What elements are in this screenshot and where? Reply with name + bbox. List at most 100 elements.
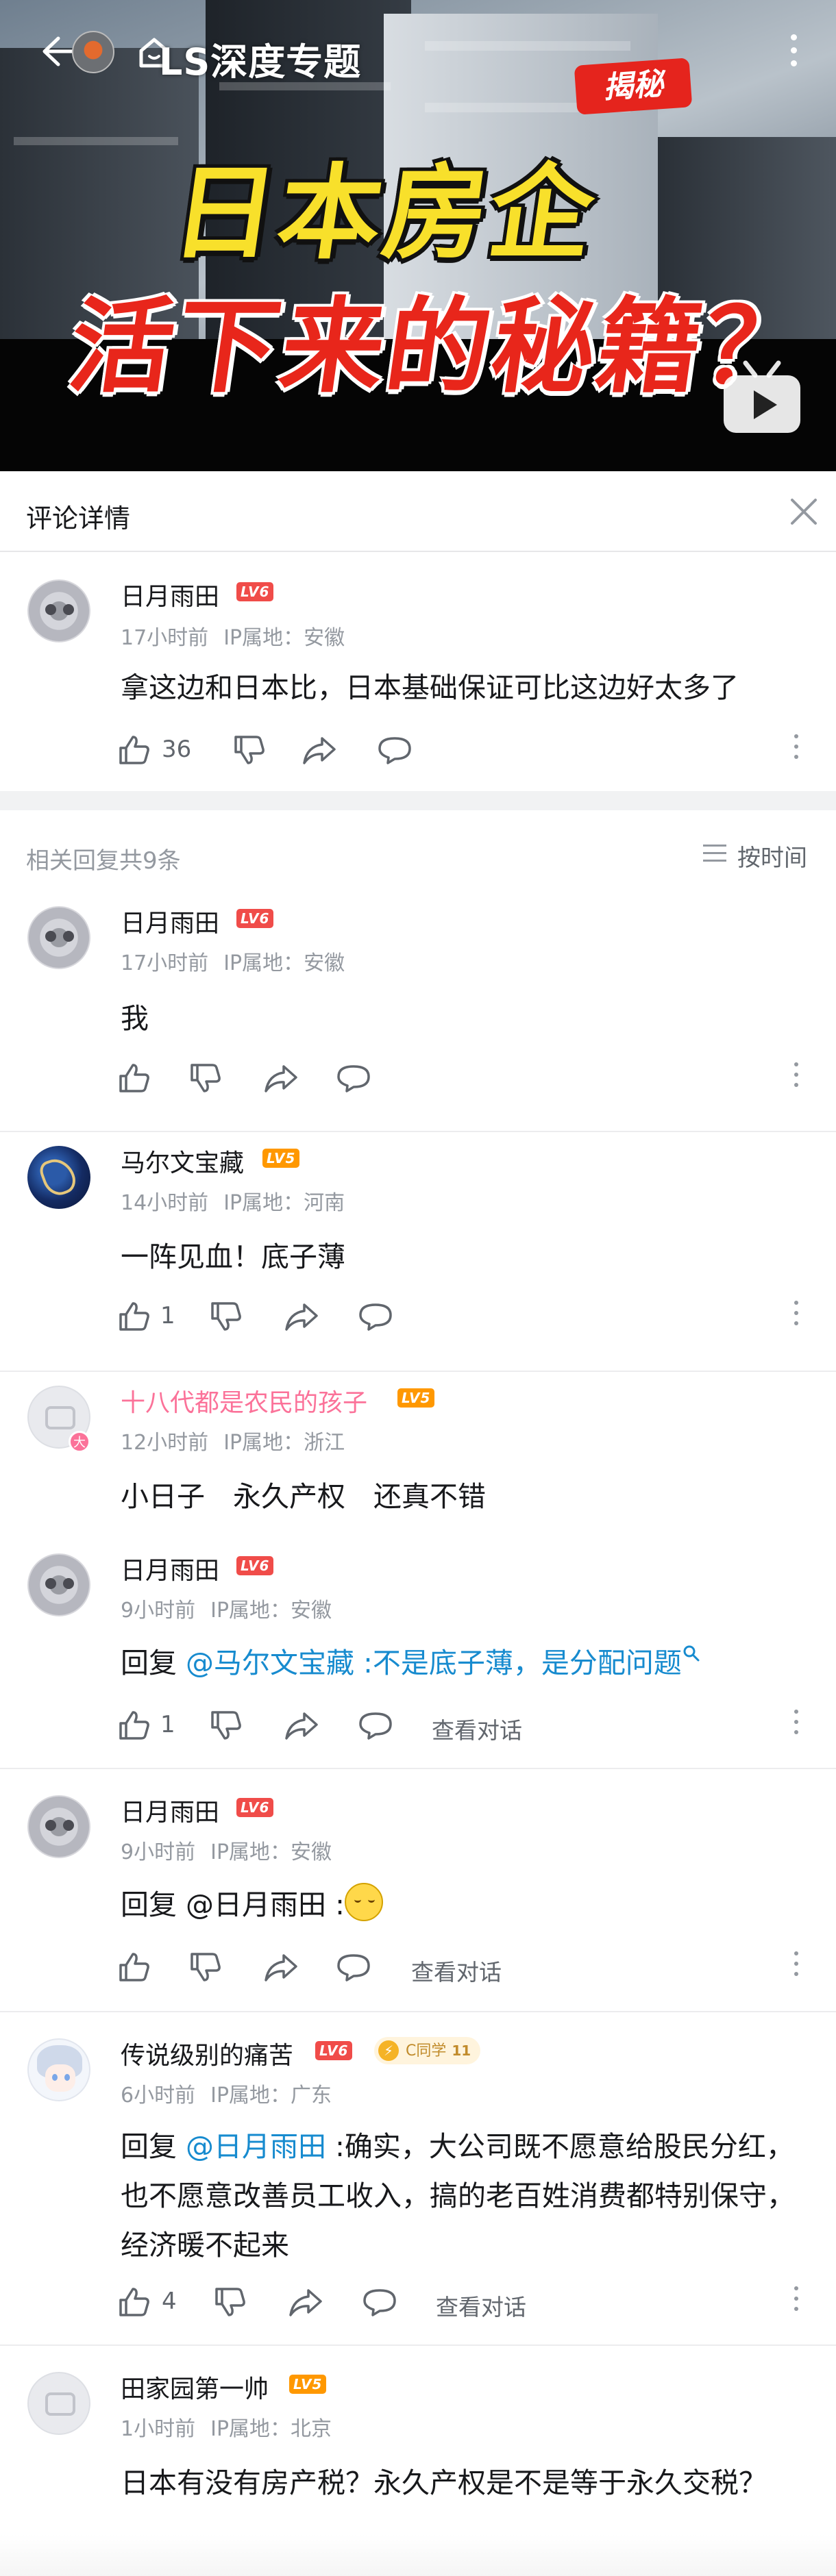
comment-bubble-icon <box>378 737 411 764</box>
sheet-title: 评论详情 <box>26 503 131 534</box>
video-player[interactable]: LS深度专题 揭秘 日本房企 活下来的秘籍？ <box>0 0 836 471</box>
ip-location: IP属地：安徽 <box>223 626 345 650</box>
reply-button[interactable] <box>377 731 413 768</box>
avatar[interactable] <box>27 906 90 969</box>
like-button[interactable] <box>118 1060 159 1097</box>
avatar[interactable] <box>27 2038 90 2101</box>
comment-time: 17小时前 <box>121 951 209 975</box>
share-button[interactable] <box>284 1298 319 1335</box>
like-button[interactable] <box>118 1949 159 1986</box>
username[interactable]: 十八代都是农民的孩子 <box>121 1383 367 1418</box>
sort-button[interactable]: 按时间 <box>703 839 820 872</box>
comment-content[interactable]: 回复 @日月雨田 :确实，大公司既不愿意给股民分红，也不愿意改善员工收入，搞的老… <box>121 2122 806 2270</box>
username[interactable]: 马尔文宝藏 <box>121 1143 244 1179</box>
reply-prefix: 回复 <box>121 2130 186 2163</box>
thumbs-up-icon <box>119 2288 149 2316</box>
thumbs-down-icon <box>190 1953 221 1981</box>
comment-meta: 6小时前 IP属地：广东 <box>121 2078 332 2108</box>
mention-link[interactable]: @马尔文宝藏 <box>186 1647 354 1679</box>
comment-time: 9小时前 <box>121 1599 196 1623</box>
like-button[interactable]: 36 <box>118 731 193 768</box>
level-badge: LV5 <box>397 1388 435 1408</box>
level-badge: LV6 <box>236 1556 274 1575</box>
dislike-button[interactable] <box>214 2284 248 2321</box>
username[interactable]: 日月雨田 <box>121 903 219 939</box>
reply-item: 大 十八代都是农民的孩子 LV5 12小时前 IP属地：浙江 小日子 永久产权 还… <box>0 1372 836 1540</box>
ip-location: IP属地：广东 <box>210 2084 332 2108</box>
more-icon[interactable] <box>789 1062 803 1094</box>
reply-button[interactable] <box>358 1707 393 1744</box>
share-icon <box>303 737 336 764</box>
smile-emoji-icon <box>344 1883 383 1921</box>
reply-button[interactable] <box>336 1949 371 1986</box>
comment-actions: 1 查看对话 <box>118 1707 824 1744</box>
ip-location: IP属地：北京 <box>210 2417 332 2441</box>
mention-link[interactable]: @日月雨田 <box>186 1888 326 1921</box>
more-icon[interactable] <box>789 1710 803 1741</box>
more-icon[interactable] <box>789 1301 803 1332</box>
channel-title[interactable]: LS深度专题 <box>159 32 361 86</box>
reply-button[interactable] <box>362 2284 397 2321</box>
share-button[interactable] <box>302 731 337 768</box>
close-icon[interactable] <box>788 496 820 527</box>
reply-button[interactable] <box>336 1060 371 1097</box>
more-icon[interactable] <box>789 1951 803 1983</box>
share-button[interactable] <box>284 1707 319 1744</box>
avatar[interactable] <box>27 1553 90 1616</box>
thumbs-up-icon <box>119 736 149 764</box>
comment-content[interactable]: 回复 @日月雨田 : <box>121 1880 806 1929</box>
level-badge: LV5 <box>262 1149 300 1168</box>
comment-content[interactable]: 回复 @马尔文宝藏 :不是底子薄，是分配问题 <box>121 1638 806 1688</box>
reply-button[interactable] <box>358 1298 393 1335</box>
avatar[interactable] <box>27 2372 90 2435</box>
username[interactable]: 田家园第一帅 <box>121 2369 269 2405</box>
share-button[interactable] <box>263 1949 299 1986</box>
avatar[interactable] <box>27 1795 90 1858</box>
dislike-button[interactable] <box>233 731 267 768</box>
bilibili-tv-icon <box>724 360 800 433</box>
more-icon[interactable] <box>789 734 803 766</box>
username[interactable]: 日月雨田 <box>121 1792 219 1828</box>
avatar[interactable] <box>27 1146 90 1209</box>
username[interactable]: 传说级别的痛苦 <box>121 2036 293 2071</box>
view-conversation-link[interactable]: 查看对话 <box>436 2289 526 2322</box>
thumbs-down-icon <box>215 2288 245 2316</box>
level-badge: LV6 <box>236 909 274 928</box>
section-divider <box>0 791 836 810</box>
comment-bubble-icon <box>359 1712 392 1740</box>
comment-content[interactable]: 一阵见血！底子薄 <box>121 1232 806 1281</box>
avatar[interactable] <box>27 579 90 642</box>
comment-content[interactable]: 我 <box>121 994 806 1043</box>
more-options-icon[interactable] <box>787 34 800 75</box>
view-conversation-link[interactable]: 查看对话 <box>432 1712 522 1745</box>
comment-content[interactable]: 拿这边和日本比，日本基础保证可比这边好太多了 <box>121 663 806 712</box>
video-headline-line2: 活下来的秘籍？ <box>62 288 818 407</box>
share-button[interactable] <box>288 2284 323 2321</box>
like-button[interactable]: 4 <box>118 2284 186 2321</box>
username[interactable]: 日月雨田 <box>121 577 219 612</box>
view-conversation-link[interactable]: 查看对话 <box>411 1954 502 1987</box>
like-count: 1 <box>160 1711 175 1738</box>
comment-meta: 12小时前 IP属地：浙江 <box>121 1425 345 1455</box>
back-arrow-icon[interactable] <box>38 33 75 70</box>
dislike-button[interactable] <box>210 1298 244 1335</box>
share-button[interactable] <box>263 1060 299 1097</box>
dislike-button[interactable] <box>210 1707 244 1744</box>
sort-icon <box>703 845 726 862</box>
dislike-button[interactable] <box>189 1949 223 1986</box>
mention-link[interactable]: @日月雨田 <box>186 2130 326 2163</box>
reply-text: : <box>326 1888 345 1921</box>
uploader-avatar[interactable] <box>72 31 114 73</box>
comment-bubble-icon <box>337 1954 370 1981</box>
more-icon[interactable] <box>789 2286 803 2318</box>
like-button[interactable]: 1 <box>118 1707 186 1744</box>
search-icon[interactable] <box>682 1644 701 1663</box>
dislike-button[interactable] <box>189 1060 223 1097</box>
username[interactable]: 日月雨田 <box>121 1551 219 1586</box>
comment-meta: 9小时前 IP属地：安徽 <box>121 1835 332 1865</box>
like-button[interactable]: 1 <box>118 1298 186 1335</box>
comment-content[interactable]: 小日子 永久产权 还真不错 <box>121 1472 806 1521</box>
reply-item: 日月雨田 LV6 9小时前 IP属地：安徽 回复 @日月雨田 : 查看对话 <box>0 1769 836 2012</box>
ip-location: IP属地：浙江 <box>223 1431 345 1455</box>
comment-content[interactable]: 日本有没有房产税？永久产权是不是等于永久交税？ <box>121 2458 806 2508</box>
